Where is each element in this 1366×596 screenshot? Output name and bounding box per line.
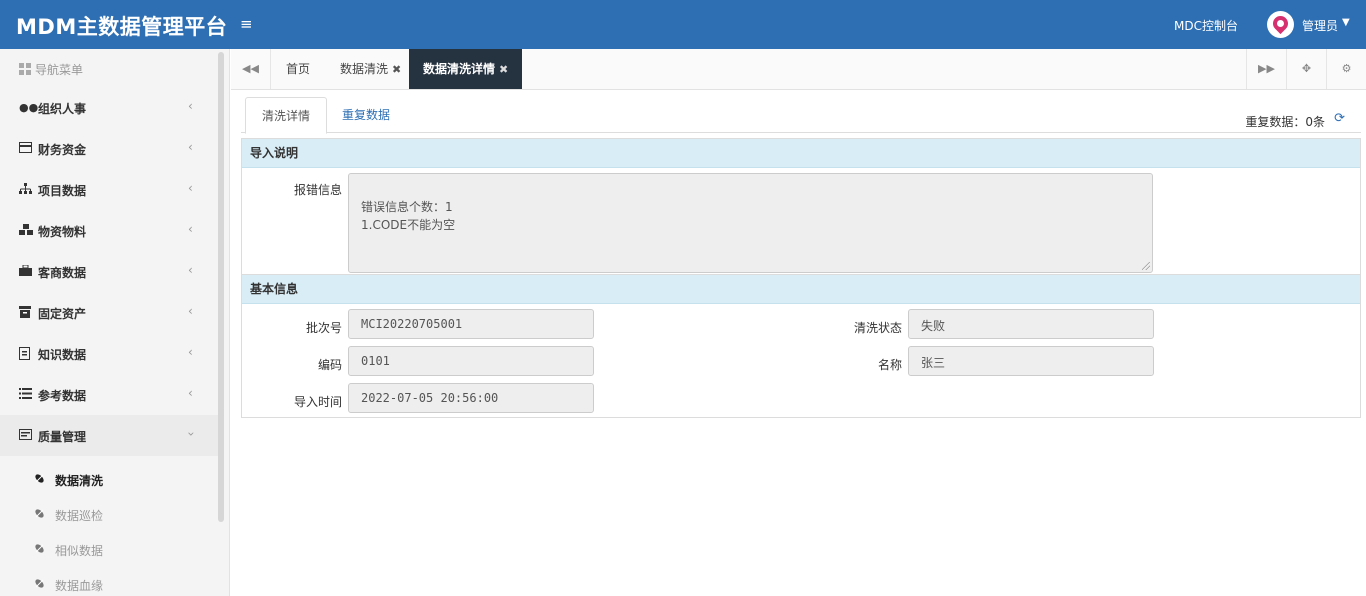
refresh-icon[interactable]: ⟳ — [1334, 111, 1345, 126]
sidebar-item-label: 参考数据 — [38, 389, 87, 403]
fullscreen-icon[interactable]: ✥ — [1286, 49, 1326, 89]
error-info-text: 错误信息个数：1 1.CODE不能为空 — [361, 200, 456, 232]
sidebar-subitem-label: 数据清洗 — [55, 474, 104, 488]
sidebar-item-project[interactable]: 项目数据 ‹ — [0, 169, 218, 210]
sidebar-subitem-label: 相似数据 — [55, 544, 104, 558]
sidebar-subitem-data-clean[interactable]: 数据清洗 — [0, 462, 218, 497]
sidebar-item-label: 客商数据 — [38, 266, 87, 280]
user-menu[interactable]: 管理员 — [1302, 17, 1338, 34]
main-content: 清洗详情 重复数据 重复数据：0条 ⟳ 导入说明 报错信息 错误信息个数：1 1… — [231, 91, 1366, 596]
tab-label: 数据清洗详情 — [423, 62, 496, 76]
tab-label: 首页 — [286, 62, 311, 76]
page-tabbar: ◀◀ 首页 数据清洗 ✖ 数据清洗详情 ✖ ▶▶ ✥ ⚙ — [231, 49, 1366, 90]
code-label: 编码 — [317, 358, 342, 372]
detail-tabs: 清洗详情 重复数据 重复数据：0条 ⟳ — [241, 97, 1361, 134]
import-time-field[interactable]: 2022-07-05 20:56:00 — [348, 383, 594, 413]
chevron-left-icon: ‹ — [188, 99, 193, 113]
forward-icon[interactable]: ▶▶ — [1246, 49, 1286, 89]
console-link[interactable]: MDC控制台 — [1174, 17, 1238, 34]
leaf-icon — [34, 508, 45, 519]
sidebar-item-label: 财务资金 — [38, 143, 87, 157]
basic-info-title: 基本信息 — [242, 275, 1360, 304]
sidebar-item-knowledge[interactable]: 知识数据 ‹ — [0, 333, 218, 374]
import-time-label: 导入时间 — [293, 395, 342, 409]
chevron-left-icon: ‹ — [188, 263, 193, 277]
sidebar-subitem-label: 数据血缘 — [55, 579, 104, 593]
name-label: 名称 — [877, 358, 902, 372]
sitemap-icon — [19, 183, 32, 196]
chevron-left-icon: ‹ — [188, 181, 193, 195]
error-info-textarea[interactable]: 错误信息个数：1 1.CODE不能为空 — [348, 173, 1153, 273]
sidebar: 导航菜单 ●● 组织人事 ‹ 财务资金 ‹ 项目数据 ‹ 物资物料 ‹ 客商数据… — [0, 49, 230, 596]
status-field[interactable]: 失败 — [908, 309, 1154, 339]
archive-icon — [19, 306, 32, 319]
chevron-left-icon: ‹ — [188, 386, 193, 400]
backward-icon[interactable]: ◀◀ — [231, 49, 271, 89]
batch-label: 批次号 — [305, 321, 342, 335]
nav-header: 导航菜单 — [19, 61, 83, 78]
top-navbar: MDM主数据管理平台 ≡ MDC控制台 管理员 ▼ — [0, 0, 1366, 49]
close-icon[interactable]: ✖ — [392, 63, 401, 76]
sidebar-item-quality[interactable]: 质量管理 ‹ — [0, 415, 218, 456]
caret-down-icon[interactable]: ▼ — [1342, 17, 1350, 28]
sidebar-item-materials[interactable]: 物资物料 ‹ — [0, 210, 218, 251]
sidebar-scrollbar[interactable] — [218, 52, 224, 522]
tab-clean-detail[interactable]: 清洗详情 — [245, 97, 328, 134]
chevron-down-icon: ‹ — [183, 431, 198, 437]
sidebar-item-merchants[interactable]: 客商数据 ‹ — [0, 251, 218, 292]
sidebar-item-assets[interactable]: 固定资产 ‹ — [0, 292, 218, 333]
duplicate-count: 重复数据：0条 — [1245, 115, 1325, 129]
code-field[interactable]: 0101 — [348, 346, 594, 376]
sidebar-subitem-label: 数据巡检 — [55, 509, 104, 523]
sidebar-item-finance[interactable]: 财务资金 ‹ — [0, 128, 218, 169]
nav-header-label: 导航菜单 — [35, 63, 84, 77]
sidebar-subitem-data-inspect[interactable]: 数据巡检 — [0, 497, 218, 532]
chevron-left-icon: ‹ — [188, 140, 193, 154]
batch-field[interactable]: MCI20220705001 — [348, 309, 594, 339]
briefcase-icon — [19, 264, 32, 278]
leaf-icon — [34, 578, 45, 589]
resize-handle-icon[interactable] — [1142, 262, 1150, 270]
tab-label: 数据清洗 — [340, 62, 389, 76]
chevron-left-icon: ‹ — [188, 304, 193, 318]
leaf-icon — [34, 543, 45, 554]
tab-home[interactable]: 首页 — [272, 49, 324, 89]
sidebar-item-org[interactable]: ●● 组织人事 ‹ — [0, 87, 218, 128]
close-icon[interactable]: ✖ — [499, 63, 508, 76]
gear-icon[interactable]: ⚙ — [1326, 49, 1366, 89]
quality-icon — [19, 429, 32, 442]
tab-duplicate-data[interactable]: 重复数据 — [326, 97, 406, 133]
card-icon — [19, 142, 32, 155]
users-icon: ●● — [19, 101, 39, 114]
avatar[interactable] — [1267, 11, 1294, 38]
sidebar-item-label: 质量管理 — [38, 430, 87, 444]
sidebar-item-reference[interactable]: 参考数据 ‹ — [0, 374, 218, 415]
name-field[interactable]: 张三 — [908, 346, 1154, 376]
sidebar-item-label: 固定资产 — [38, 307, 87, 321]
basic-info-panel: 基本信息 批次号 MCI20220705001 清洗状态 失败 编码 0101 … — [241, 274, 1361, 418]
tab-data-clean-detail[interactable]: 数据清洗详情 ✖ — [409, 49, 523, 89]
app-title[interactable]: MDM主数据管理平台 — [16, 11, 227, 41]
leaf-icon — [34, 473, 45, 484]
cubes-icon — [19, 224, 33, 237]
file-icon — [19, 347, 32, 360]
sidebar-subitem-similar-data[interactable]: 相似数据 — [0, 532, 218, 567]
chevron-left-icon: ‹ — [188, 222, 193, 236]
grid-icon — [19, 63, 31, 75]
import-panel: 导入说明 报错信息 错误信息个数：1 1.CODE不能为空 — [241, 138, 1361, 275]
status-label: 清洗状态 — [853, 321, 902, 335]
tab-data-clean[interactable]: 数据清洗 ✖ — [326, 49, 415, 89]
list-icon — [19, 388, 32, 401]
sidebar-subitem-data-lineage[interactable]: 数据血缘 — [0, 567, 218, 596]
menu-toggle-icon[interactable]: ≡ — [240, 14, 260, 34]
sidebar-item-label: 项目数据 — [38, 184, 87, 198]
sidebar-item-label: 组织人事 — [38, 102, 87, 116]
sidebar-item-label: 知识数据 — [38, 348, 87, 362]
location-pin-icon — [1269, 12, 1292, 35]
sidebar-item-label: 物资物料 — [38, 225, 87, 239]
error-info-label: 报错信息 — [293, 183, 342, 197]
chevron-left-icon: ‹ — [188, 345, 193, 359]
import-panel-title: 导入说明 — [242, 139, 1360, 168]
